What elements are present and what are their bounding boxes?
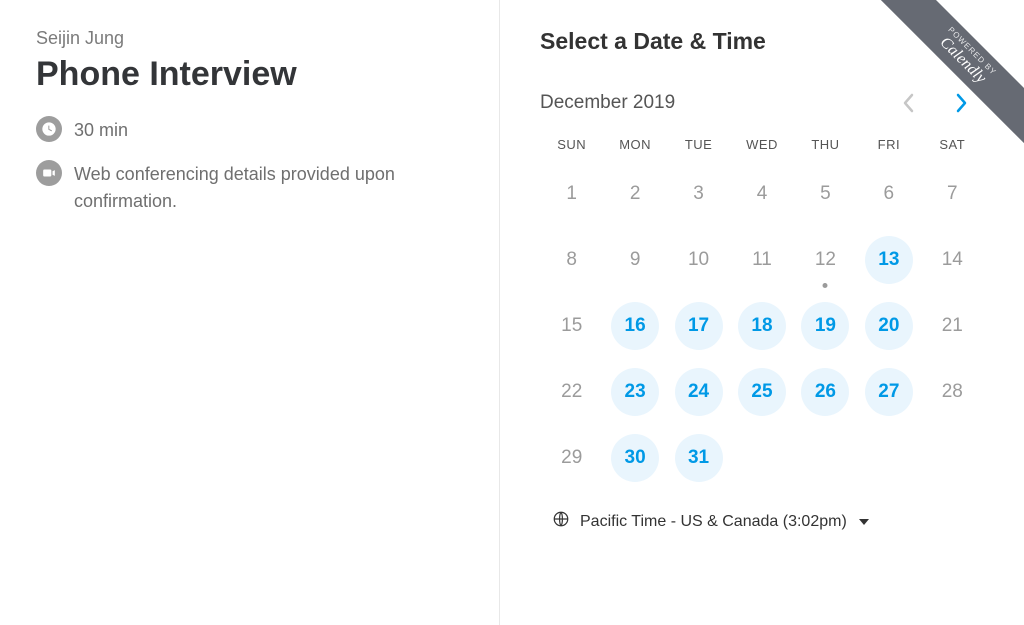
next-month-button[interactable] <box>950 91 974 115</box>
duration-text: 30 min <box>74 116 128 144</box>
day-cell: 30 <box>603 434 666 482</box>
available-day[interactable]: 19 <box>801 302 849 350</box>
day-cell: 23 <box>603 368 666 416</box>
unavailable-day: 28 <box>928 368 976 416</box>
weekday-label: SUN <box>540 137 603 152</box>
day-cell: 22 <box>540 368 603 416</box>
host-name: Seijin Jung <box>36 28 463 49</box>
unavailable-day: 21 <box>928 302 976 350</box>
day-cell: 18 <box>730 302 793 350</box>
month-navigation: December 2019 <box>540 91 984 115</box>
day-cell: 17 <box>667 302 730 350</box>
day-cell: 21 <box>921 302 984 350</box>
day-cell: 16 <box>603 302 666 350</box>
available-day[interactable]: 25 <box>738 368 786 416</box>
unavailable-day: 8 <box>548 236 596 284</box>
unavailable-day: 7 <box>928 170 976 218</box>
weekday-label: MON <box>603 137 666 152</box>
available-day[interactable]: 13 <box>865 236 913 284</box>
day-cell: 9 <box>603 236 666 284</box>
day-cell: 20 <box>857 302 920 350</box>
unavailable-day: 12 <box>801 236 849 284</box>
event-title: Phone Interview <box>36 55 463 94</box>
event-details-panel: Seijin Jung Phone Interview 30 min Web c… <box>0 0 500 625</box>
day-cell: 31 <box>667 434 730 482</box>
unavailable-day: 22 <box>548 368 596 416</box>
days-grid: 1234567891011121314151617181920212223242… <box>540 170 984 482</box>
timezone-label: Pacific Time - US & Canada (3:02pm) <box>580 513 847 531</box>
weekday-label: WED <box>730 137 793 152</box>
unavailable-day: 5 <box>801 170 849 218</box>
day-cell: 8 <box>540 236 603 284</box>
unavailable-day: 9 <box>611 236 659 284</box>
day-cell: 28 <box>921 368 984 416</box>
day-cell: 4 <box>730 170 793 218</box>
duration-row: 30 min <box>36 116 463 144</box>
caret-down-icon <box>859 519 869 525</box>
day-cell: 14 <box>921 236 984 284</box>
available-day[interactable]: 31 <box>675 434 723 482</box>
unavailable-day: 14 <box>928 236 976 284</box>
day-cell: 12 <box>794 236 857 284</box>
available-day[interactable]: 30 <box>611 434 659 482</box>
day-cell: 25 <box>730 368 793 416</box>
unavailable-day: 2 <box>611 170 659 218</box>
day-cell: 3 <box>667 170 730 218</box>
day-cell: 27 <box>857 368 920 416</box>
month-label: December 2019 <box>540 92 675 114</box>
day-cell: 7 <box>921 170 984 218</box>
unavailable-day: 6 <box>865 170 913 218</box>
day-cell: 26 <box>794 368 857 416</box>
today-indicator <box>823 283 828 288</box>
available-day[interactable]: 26 <box>801 368 849 416</box>
available-day[interactable]: 27 <box>865 368 913 416</box>
prev-month-button[interactable] <box>896 91 920 115</box>
day-cell: 5 <box>794 170 857 218</box>
day-cell: 15 <box>540 302 603 350</box>
available-day[interactable]: 24 <box>675 368 723 416</box>
day-cell: 13 <box>857 236 920 284</box>
available-day[interactable]: 20 <box>865 302 913 350</box>
available-day[interactable]: 17 <box>675 302 723 350</box>
day-cell: 19 <box>794 302 857 350</box>
timezone-selector[interactable]: Pacific Time - US & Canada (3:02pm) <box>540 510 984 533</box>
unavailable-day: 29 <box>548 434 596 482</box>
video-icon <box>36 160 62 186</box>
available-day[interactable]: 16 <box>611 302 659 350</box>
clock-icon <box>36 116 62 142</box>
day-cell: 2 <box>603 170 666 218</box>
day-cell: 24 <box>667 368 730 416</box>
weekday-label: SAT <box>921 137 984 152</box>
weekday-label: TUE <box>667 137 730 152</box>
unavailable-day: 3 <box>675 170 723 218</box>
day-cell: 10 <box>667 236 730 284</box>
available-day[interactable]: 18 <box>738 302 786 350</box>
unavailable-day: 1 <box>548 170 596 218</box>
day-cell: 1 <box>540 170 603 218</box>
location-row: Web conferencing details provided upon c… <box>36 160 463 215</box>
weekday-label: FRI <box>857 137 920 152</box>
unavailable-day: 15 <box>548 302 596 350</box>
weekday-header: SUN MON TUE WED THU FRI SAT <box>540 137 984 152</box>
unavailable-day: 4 <box>738 170 786 218</box>
weekday-label: THU <box>794 137 857 152</box>
available-day[interactable]: 23 <box>611 368 659 416</box>
day-cell: 11 <box>730 236 793 284</box>
unavailable-day: 10 <box>675 236 723 284</box>
location-text: Web conferencing details provided upon c… <box>74 160 463 215</box>
calendar-panel: Select a Date & Time December 2019 SUN M… <box>500 0 1024 625</box>
unavailable-day: 11 <box>738 236 786 284</box>
day-cell: 6 <box>857 170 920 218</box>
day-cell: 29 <box>540 434 603 482</box>
globe-icon <box>552 510 570 533</box>
